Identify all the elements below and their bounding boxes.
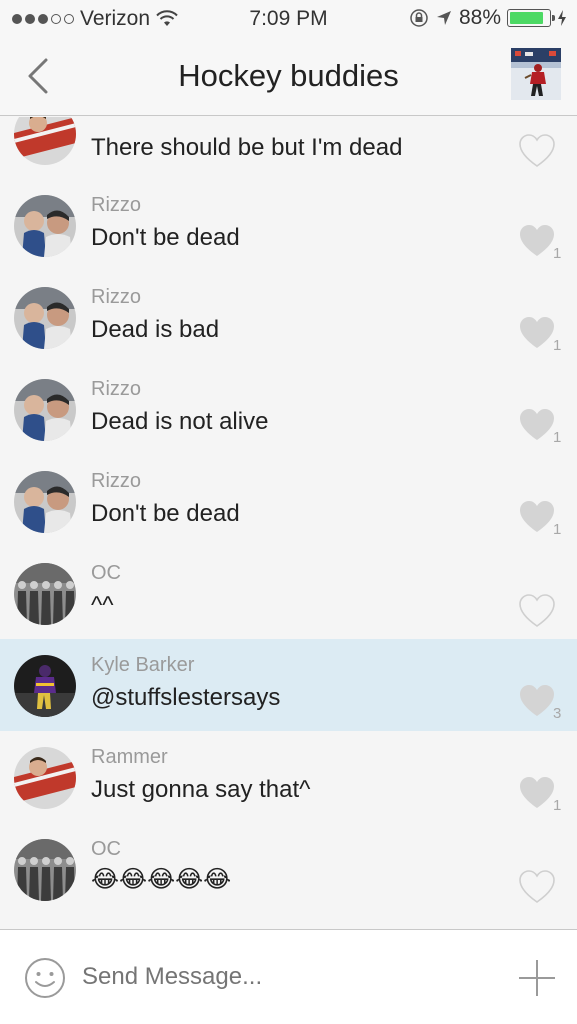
charging-bolt-icon: [558, 10, 566, 26]
sender-avatar[interactable]: [14, 379, 76, 441]
like-count: 1: [553, 429, 562, 446]
heart-icon[interactable]: [518, 133, 556, 169]
heart-icon[interactable]: [518, 223, 556, 259]
sender-avatar[interactable]: [14, 747, 76, 809]
sender-name: Rizzo: [91, 194, 142, 216]
sender-name: OC: [91, 562, 121, 584]
heart-icon[interactable]: [518, 775, 556, 811]
sender-avatar[interactable]: [14, 563, 76, 625]
message-text: @stuffslestersays: [91, 684, 281, 711]
sender-name: Rizzo: [91, 378, 142, 400]
message-row[interactable]: There should be but I'm dead: [0, 117, 577, 179]
message-text: There should be but I'm dead: [91, 134, 403, 161]
message-text: Just gonna say that^: [91, 776, 311, 803]
hockey-player-image: [511, 48, 561, 100]
message-row[interactable]: OC ^^: [0, 547, 577, 639]
like-count: 1: [553, 797, 562, 814]
nav-bar: Hockey buddies: [0, 38, 577, 116]
battery-icon: [507, 9, 555, 27]
status-bar: Verizon 7:09 PM 88%: [0, 0, 577, 38]
sender-avatar[interactable]: [14, 471, 76, 533]
page-title: Hockey buddies: [178, 58, 399, 93]
plus-icon[interactable]: [517, 958, 557, 998]
sender-avatar[interactable]: [14, 655, 76, 717]
message-text: Dead is not alive: [91, 408, 269, 435]
heart-icon[interactable]: [518, 869, 556, 905]
heart-icon[interactable]: [518, 407, 556, 443]
sender-name: Rizzo: [91, 286, 142, 308]
location-arrow-icon: [436, 11, 451, 25]
smiley-icon[interactable]: [24, 957, 66, 999]
like-count: 1: [553, 521, 562, 538]
message-row[interactable]: Rammer Just gonna say that^ 1: [0, 731, 577, 823]
message-composer: [0, 929, 577, 1024]
battery-fill: [510, 12, 544, 24]
message-row[interactable]: Rizzo Dead is bad 1: [0, 271, 577, 363]
sender-avatar[interactable]: [14, 195, 76, 257]
message-row[interactable]: Rizzo Don't be dead 1: [0, 455, 577, 547]
sender-name: Rammer: [91, 746, 168, 768]
message-list[interactable]: There should be but I'm dead Rizzo Don't b…: [0, 117, 577, 929]
message-row[interactable]: Rizzo Dead is not alive 1: [0, 363, 577, 455]
sender-name: OC: [91, 838, 121, 860]
like-count: 3: [553, 705, 562, 722]
sender-avatar[interactable]: [14, 117, 76, 165]
message-text: Don't be dead: [91, 500, 240, 527]
heart-icon[interactable]: [518, 315, 556, 351]
message-row[interactable]: OC 😂😂😂😂😂: [0, 823, 577, 915]
message-text: Don't be dead: [91, 224, 240, 251]
like-count: 1: [553, 245, 562, 262]
heart-icon[interactable]: [518, 683, 556, 719]
heart-icon[interactable]: [518, 499, 556, 535]
group-avatar[interactable]: [511, 48, 561, 100]
status-right: 88%: [409, 6, 567, 30]
sender-avatar[interactable]: [14, 839, 76, 901]
battery-percent: 88%: [458, 6, 501, 29]
sender-name: Kyle Barker: [91, 654, 195, 676]
send-message-input[interactable]: [82, 963, 482, 991]
like-count: 1: [553, 337, 562, 354]
message-row[interactable]: Kyle Barker @stuffslestersays 3: [0, 639, 577, 731]
sender-name: Rizzo: [91, 470, 142, 492]
message-row[interactable]: Rizzo Don't be dead 1: [0, 179, 577, 271]
sender-avatar[interactable]: [14, 287, 76, 349]
message-text: Dead is bad: [91, 316, 220, 343]
rotation-lock-icon: [410, 9, 428, 27]
message-text: 😂😂😂😂😂: [91, 866, 232, 893]
heart-icon[interactable]: [518, 593, 556, 629]
message-text: ^^: [91, 592, 114, 619]
